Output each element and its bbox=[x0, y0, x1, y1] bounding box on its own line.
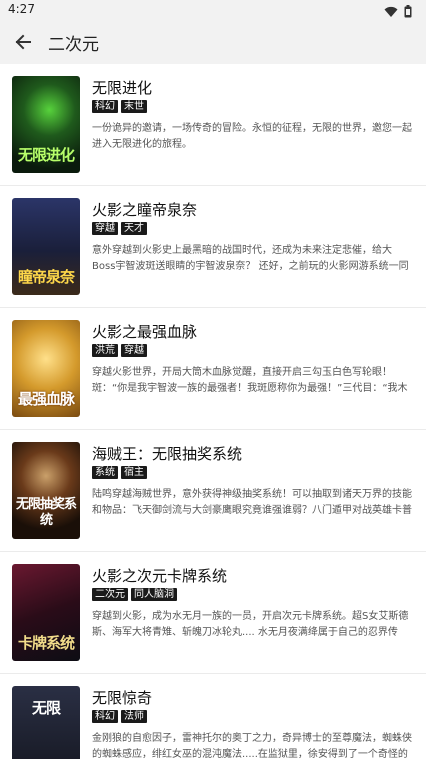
book-item[interactable]: 无限 无限惊奇 科幻 法师 金刚狼的自愈因子，雷神托尔的奥丁之力，奇异博士的至尊… bbox=[0, 674, 426, 759]
book-tags: 二次元 同人脑洞 bbox=[92, 588, 177, 601]
tag: 末世 bbox=[121, 100, 147, 113]
tag: 科幻 bbox=[92, 100, 118, 113]
book-item[interactable]: 无限抽奖系统 海贼王：无限抽奖系统 系统 宿主 陆鸣穿越海贼世界，意外获得神级抽… bbox=[0, 430, 426, 552]
book-title: 海贼王：无限抽奖系统 bbox=[92, 445, 243, 463]
cover-title-art: 无限进化 bbox=[17, 146, 75, 164]
tag: 法师 bbox=[121, 710, 147, 723]
book-tags: 科幻 法师 bbox=[92, 710, 147, 723]
book-item[interactable]: 无限进化 无限进化 科幻 末世 一份诡异的邀请，一场传奇的冒险。永恒的征程，无限… bbox=[0, 64, 426, 186]
book-cover: 卡牌系统 bbox=[12, 564, 80, 661]
book-title: 火影之次元卡牌系统 bbox=[92, 567, 228, 585]
book-tags: 穿越 天才 bbox=[92, 222, 147, 235]
book-title: 无限进化 bbox=[92, 79, 153, 97]
book-description: 陆鸣穿越海贼世界，意外获得神级抽奖系统！可以抽取到诸天万界的技能和物品：飞天御剑… bbox=[92, 489, 412, 516]
status-time: 4:27 bbox=[8, 2, 35, 16]
tag: 洪荒 bbox=[92, 344, 118, 357]
back-button[interactable] bbox=[10, 29, 36, 55]
book-cover: 无限进化 bbox=[12, 76, 80, 173]
cover-title-art: 卡牌系统 bbox=[17, 634, 75, 652]
book-title: 火影之瞳帝泉奈 bbox=[92, 201, 198, 219]
book-cover: 瞳帝泉奈 bbox=[12, 198, 80, 295]
book-description: 穿越到火影，成为水无月一族的一员，开启次元卡牌系统。超S女艾斯德斯、海军大将青雉… bbox=[92, 611, 409, 638]
book-item[interactable]: 瞳帝泉奈 火影之瞳帝泉奈 穿越 天才 意外穿越到火影史上最黑暗的战国时代，还成为… bbox=[0, 186, 426, 308]
tag: 天才 bbox=[121, 222, 147, 235]
back-arrow-icon bbox=[15, 34, 31, 50]
status-bar: 4:27 bbox=[0, 0, 426, 20]
tag: 宿主 bbox=[121, 466, 147, 479]
book-item[interactable]: 最强血脉 火影之最强血脉 洪荒 穿越 穿越火影世界，开局大筒木血脉觉醒，直接开启… bbox=[0, 308, 426, 430]
book-cover: 最强血脉 bbox=[12, 320, 80, 417]
book-description: 意外穿越到火影史上最黑暗的战国时代，还成为未来注定悲催，给大Boss宇智波斑送眼… bbox=[92, 245, 409, 272]
book-title: 无限惊奇 bbox=[92, 689, 153, 707]
book-description: 金刚狼的自愈因子，雷神托尔的奥丁之力，奇异博士的至尊魔法，蜘蛛侠的蜘蛛感应，绯红… bbox=[92, 733, 412, 759]
book-tags: 科幻 末世 bbox=[92, 100, 147, 113]
book-cover: 无限抽奖系统 bbox=[12, 442, 80, 539]
page-title: 二次元 bbox=[48, 35, 99, 55]
tag: 二次元 bbox=[92, 588, 128, 601]
book-description: 一份诡异的邀请，一场传奇的冒险。永恒的征程，无限的世界，邀您一起进入无限进化的旅… bbox=[92, 123, 412, 150]
book-description: 穿越火影世界，开局大筒木血脉觉醒，直接开启三勾玉白色写轮眼！斑：“你是我宇智波一… bbox=[92, 367, 408, 394]
tag: 系统 bbox=[92, 466, 118, 479]
cover-title-art: 最强血脉 bbox=[17, 390, 75, 408]
book-tags: 洪荒 穿越 bbox=[92, 344, 147, 357]
book-tags: 系统 宿主 bbox=[92, 466, 147, 479]
tag: 科幻 bbox=[92, 710, 118, 723]
tag: 穿越 bbox=[92, 222, 118, 235]
tag: 穿越 bbox=[121, 344, 147, 357]
book-item[interactable]: 卡牌系统 火影之次元卡牌系统 二次元 同人脑洞 穿越到火影，成为水无月一族的一员… bbox=[0, 552, 426, 674]
book-title: 火影之最强血脉 bbox=[92, 323, 198, 341]
app-bar: 二次元 bbox=[0, 20, 426, 64]
book-cover: 无限 bbox=[12, 686, 80, 759]
tag: 同人脑洞 bbox=[131, 588, 177, 601]
cover-title-art: 无限 bbox=[31, 699, 61, 717]
cover-title-art: 瞳帝泉奈 bbox=[17, 268, 75, 286]
cover-title-art: 无限抽奖系统 bbox=[15, 497, 77, 528]
